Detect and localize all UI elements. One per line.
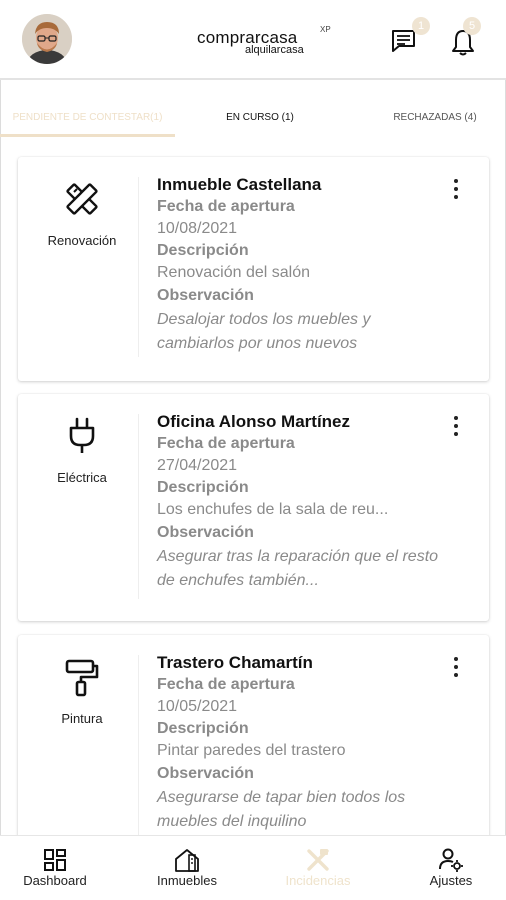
- fecha-value: 27/04/2021: [157, 457, 238, 474]
- fecha-value: 10/08/2021: [157, 220, 238, 237]
- active-tab-indicator: [0, 134, 175, 137]
- nav-dashboard[interactable]: Dashboard: [0, 836, 115, 900]
- observacion-value: Asegurar tras la reparación que el resto…: [157, 548, 439, 589]
- logo-superscript: XP: [320, 25, 331, 34]
- status-tabs: PENDIENTE DE CONTESTAR(1) EN CURSO (1) R…: [0, 100, 506, 138]
- bottom-navigation: Dashboard Inmuebles Incidencias Ajustes: [0, 835, 506, 900]
- dashboard-grid-icon: [44, 849, 66, 871]
- card-menu-button[interactable]: [449, 416, 463, 438]
- card-title: Trastero Chamartín: [157, 653, 313, 672]
- paint-roller-icon: [62, 657, 102, 697]
- brand-logo: comprarcasa XP alquilarcasa: [197, 25, 337, 60]
- observacion-label: Observación: [157, 765, 254, 782]
- user-settings-icon: [439, 848, 463, 872]
- tools-ruler-pencil-icon: [62, 179, 102, 219]
- descripcion-value: Renovación del salón: [157, 264, 310, 281]
- descripcion-label: Descripción: [157, 242, 249, 259]
- messages-badge: 1: [412, 17, 430, 35]
- logo-sub-text: alquilarcasa: [245, 44, 304, 56]
- card-menu-button[interactable]: [449, 179, 463, 201]
- user-avatar[interactable]: [22, 14, 72, 64]
- incident-card[interactable]: Eléctrica Oficina Alonso Martínez Fecha …: [18, 394, 489, 621]
- descripcion-value: Pintar paredes del trastero: [157, 742, 346, 759]
- nav-label: Ajustes: [429, 873, 473, 888]
- avatar-image: [22, 14, 72, 64]
- observacion-label: Observación: [157, 524, 254, 541]
- nav-label: Incidencias: [285, 873, 351, 888]
- card-divider: [138, 177, 139, 357]
- fecha-label: Fecha de apertura: [157, 676, 295, 693]
- nav-inmuebles[interactable]: Inmuebles: [127, 836, 247, 900]
- card-menu-button[interactable]: [449, 657, 463, 679]
- incident-card[interactable]: Pintura Trastero Chamartín Fecha de aper…: [18, 635, 489, 850]
- card-divider: [138, 655, 139, 835]
- category-label: Renovación: [47, 233, 117, 248]
- house-icon: [175, 849, 199, 872]
- card-title: Inmueble Castellana: [157, 175, 322, 194]
- card-title: Oficina Alonso Martínez: [157, 412, 351, 431]
- category-label: Pintura: [61, 711, 103, 726]
- fecha-label: Fecha de apertura: [157, 435, 295, 452]
- notifications-badge: 5: [463, 17, 481, 35]
- observacion-value: Desalojar todos los muebles y cambiarlos…: [157, 311, 371, 352]
- nav-incidencias[interactable]: Incidencias: [258, 836, 378, 900]
- more-vert-icon: [454, 179, 458, 183]
- fecha-value: 10/05/2021: [157, 698, 238, 715]
- nav-ajustes[interactable]: Ajustes: [391, 836, 506, 900]
- descripcion-label: Descripción: [157, 720, 249, 737]
- more-vert-icon: [454, 657, 458, 661]
- incident-card[interactable]: Renovación Inmueble Castellana Fecha de …: [18, 157, 489, 381]
- card-divider: [138, 414, 139, 599]
- descripcion-value: Los enchufes de la sala de reu...: [157, 501, 389, 518]
- plug-icon: [62, 416, 102, 456]
- tools-icon: [307, 849, 329, 871]
- tab-rechazadas[interactable]: RECHAZADAS (4): [370, 112, 500, 123]
- category-label: Eléctrica: [57, 470, 107, 485]
- observacion-value: Asegurarse de tapar bien todos los muebl…: [157, 789, 406, 830]
- tab-pendiente[interactable]: PENDIENTE DE CONTESTAR(1): [0, 112, 175, 123]
- tab-en-curso[interactable]: EN CURSO (1): [200, 112, 320, 123]
- observacion-label: Observación: [157, 287, 254, 304]
- fecha-label: Fecha de apertura: [157, 198, 295, 215]
- nav-label: Dashboard: [23, 873, 87, 888]
- descripcion-label: Descripción: [157, 479, 249, 496]
- nav-label: Inmuebles: [157, 873, 217, 888]
- more-vert-icon: [454, 416, 458, 420]
- app-header: comprarcasa XP alquilarcasa 1 5: [0, 0, 506, 80]
